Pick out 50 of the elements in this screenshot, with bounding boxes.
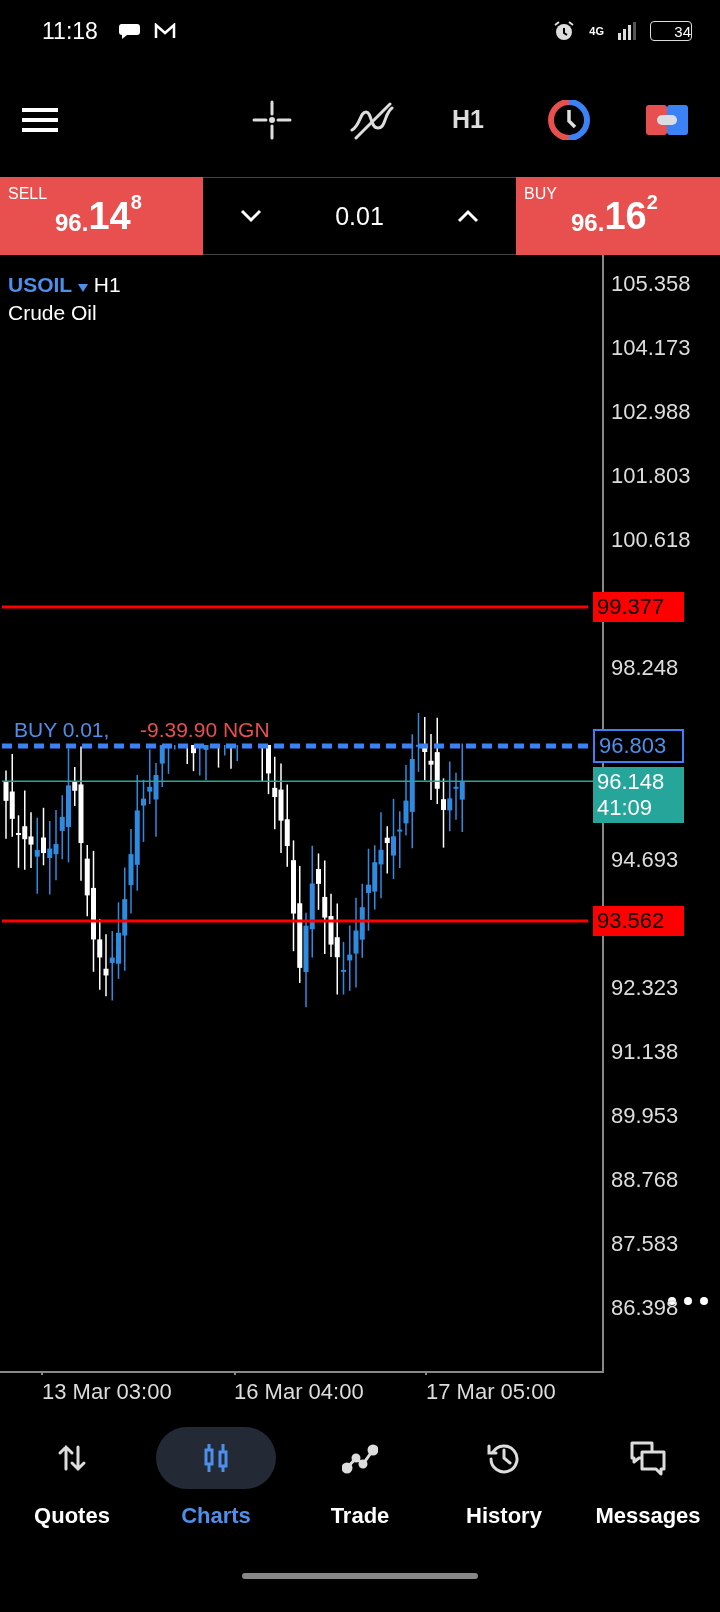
volume-value[interactable]: 0.01 <box>335 201 384 231</box>
timeframe-button[interactable]: H1 <box>452 105 484 134</box>
symbol-description: Crude Oil <box>8 300 98 326</box>
nav-tab[interactable]: Messages <box>576 1427 720 1529</box>
price-label: 100.618 <box>611 526 691 553</box>
alarm-icon <box>553 20 576 42</box>
price-label: 87.583 <box>611 1230 679 1257</box>
time-label: 17 Mar 05:00 <box>426 1379 556 1405</box>
price-label: 92.323 <box>611 974 679 1001</box>
level-price-tag: 99.377 <box>593 591 684 622</box>
candle <box>191 744 196 772</box>
time-label: 13 Mar 03:00 <box>42 1379 172 1405</box>
price-label: 102.988 <box>611 398 691 425</box>
decrease-icon[interactable] <box>239 209 262 223</box>
clock-icon[interactable] <box>547 99 590 140</box>
price-label: 91.138 <box>611 1038 679 1065</box>
timeframe-label: H1 <box>93 273 121 296</box>
battery-indicator: 34 <box>650 21 692 41</box>
crosshair-icon[interactable] <box>250 99 294 140</box>
bid-price-tag: 96.148 41:09 <box>593 767 684 824</box>
side-label: SELL <box>8 185 48 203</box>
price-label: 105.358 <box>611 271 691 297</box>
order-price-tag: 96.803 <box>593 728 684 763</box>
network-label: 4G <box>589 25 604 37</box>
price-label: 89.953 <box>611 1102 679 1129</box>
time-label: 16 Mar 04:00 <box>234 1379 364 1405</box>
dropdown-icon[interactable] <box>78 284 88 292</box>
price-label: 98.248 <box>611 654 679 681</box>
side-label: BUY <box>524 185 557 203</box>
increase-icon[interactable] <box>457 209 480 223</box>
profit-label: -9.39.90 NGN <box>140 717 270 742</box>
price-label: 88.768 <box>611 1166 679 1193</box>
symbol-name[interactable]: USOIL <box>8 273 73 296</box>
nav-tab[interactable]: Trade <box>288 1427 432 1529</box>
order-label: BUY 0.01, <box>14 717 110 742</box>
menu-icon[interactable] <box>20 106 60 133</box>
price-label: 86.398 <box>611 1294 679 1321</box>
price-label: 94.693 <box>611 846 679 873</box>
price-label: 104.173 <box>611 335 691 361</box>
mail-icon <box>153 23 176 39</box>
chat-bubbles-icon <box>628 1439 668 1477</box>
signal-icon <box>618 22 636 40</box>
level-price-tag: 93.562 <box>593 905 684 936</box>
chat-bubble-icon <box>117 22 140 40</box>
clock-time: 11:18 <box>42 17 98 45</box>
nav-tab[interactable]: History <box>432 1427 576 1529</box>
toggle-icon[interactable] <box>645 104 688 135</box>
candle <box>203 744 209 782</box>
price-label: 101.803 <box>611 462 691 489</box>
nav-tab[interactable]: Quotes <box>0 1427 144 1529</box>
